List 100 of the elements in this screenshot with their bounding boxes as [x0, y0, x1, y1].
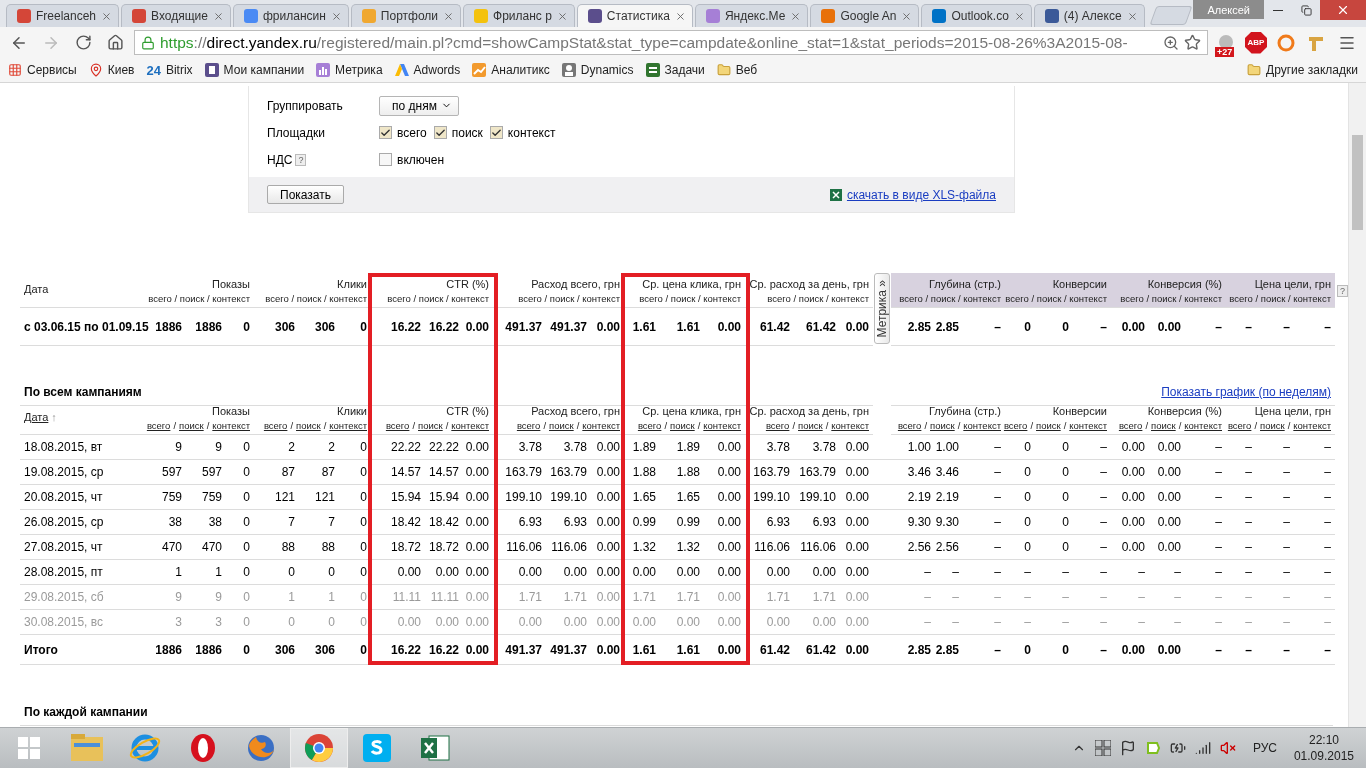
close-icon[interactable] — [1126, 10, 1138, 22]
sort-link[interactable]: поиск — [549, 420, 574, 431]
close-icon[interactable] — [101, 10, 113, 22]
sort-link[interactable]: контекст — [329, 420, 367, 431]
close-icon[interactable] — [790, 10, 802, 22]
table-cell: 87 — [254, 460, 299, 485]
bookmark[interactable]: Другие закладки — [1247, 63, 1358, 77]
sort-link[interactable]: Дата — [24, 411, 49, 423]
close-icon[interactable] — [212, 10, 224, 22]
browser-tab[interactable]: Входящие — [121, 4, 231, 27]
sort-link[interactable]: контекст — [582, 420, 620, 431]
extension-button[interactable]: ABP — [1244, 30, 1268, 55]
bookmark[interactable]: Киев — [88, 63, 135, 77]
close-button[interactable] — [1320, 0, 1366, 20]
metrika-tab[interactable]: Метрика » — [874, 273, 890, 344]
sort-link[interactable]: всего — [263, 420, 288, 431]
column-subheader: всего / поиск / контекст — [387, 293, 489, 304]
table-cell: 0 — [299, 610, 339, 635]
chart-link[interactable]: Показать график (по неделям) — [1161, 384, 1331, 399]
close-icon[interactable] — [674, 10, 686, 22]
star-icon[interactable] — [1184, 34, 1201, 51]
checkbox[interactable] — [379, 126, 392, 139]
browser-tab[interactable]: Портфоли — [350, 4, 462, 27]
bookmark[interactable]: Аналитикс — [472, 63, 550, 77]
sort-link[interactable]: контекст — [1293, 420, 1331, 431]
browser-tab[interactable]: Google An — [810, 4, 920, 27]
sort-link[interactable]: поиск — [418, 420, 443, 431]
bookmark[interactable]: Веб — [716, 63, 758, 77]
table-cell: – — [963, 308, 1005, 346]
bookmark[interactable]: 24 Bitrix — [146, 62, 193, 78]
download-link[interactable]: скачать в виде XLS-файла — [846, 187, 996, 202]
sort-link[interactable]: поиск — [798, 420, 823, 431]
checkbox[interactable] — [489, 126, 503, 139]
browser-tab[interactable]: (4) Алексе — [1033, 4, 1145, 27]
table-cell: 6.93 — [498, 510, 546, 535]
scrollbar-thumb[interactable] — [1352, 135, 1363, 230]
bookmark[interactable]: Adwords — [394, 63, 461, 77]
sort-link[interactable]: поиск — [1036, 420, 1061, 431]
bookmark[interactable]: Сервисы — [8, 63, 77, 77]
sort-link[interactable]: поиск — [670, 420, 695, 431]
taskbar-app-button[interactable] — [290, 728, 348, 768]
sort-link[interactable]: контекст — [963, 420, 1001, 431]
browser-tab[interactable]: фрилансин — [232, 4, 349, 27]
sort-link[interactable]: всего — [1003, 420, 1028, 431]
signal-icon[interactable] — [1194, 740, 1211, 756]
sort-link[interactable]: поиск — [930, 420, 955, 431]
close-icon[interactable] — [330, 10, 342, 22]
sort-link[interactable]: всего — [897, 420, 922, 431]
sort-link[interactable]: контекст — [1069, 420, 1107, 431]
checkbox[interactable] — [379, 153, 392, 166]
sort-link[interactable]: контекст — [703, 420, 741, 431]
scrollbar[interactable] — [1348, 83, 1366, 727]
sort-link[interactable]: контекст — [1184, 420, 1222, 431]
address-bar[interactable]: https://direct.yandex.ru/registered/main.pl?cmd=showCampStat&stat_type=campdate&online_stat=1&stat_periods=2015-08-26%3A2015-08- — [134, 30, 1208, 55]
browser-tab[interactable]: Статистика — [576, 4, 693, 27]
sort-link[interactable]: всего — [765, 420, 790, 431]
flag-icon[interactable] — [1119, 740, 1136, 756]
browser-tab[interactable]: Freelanceh — [6, 4, 120, 27]
table-cell: 0 — [226, 635, 254, 665]
sort-link[interactable]: контекст — [831, 420, 869, 431]
browser-tab[interactable]: Outlook.co — [921, 4, 1032, 27]
zoom-icon[interactable] — [1163, 34, 1179, 51]
sort-link[interactable]: контекст — [212, 420, 250, 431]
sort-link[interactable]: поиск — [1151, 420, 1176, 431]
help-icon[interactable]: ? — [295, 153, 307, 166]
sort-link[interactable]: всего — [385, 420, 410, 431]
clock[interactable]: 22:10 01.09.2015 — [1293, 732, 1354, 764]
sort-link[interactable]: поиск — [179, 420, 204, 431]
sort-link[interactable]: всего — [637, 420, 662, 431]
checkbox[interactable] — [433, 126, 447, 139]
bookmark[interactable]: Задачи — [645, 63, 705, 77]
close-icon[interactable] — [1013, 10, 1025, 22]
sort-link[interactable]: всего — [1118, 420, 1143, 431]
close-icon[interactable] — [556, 10, 568, 22]
browser-tab[interactable]: Фриланс р — [463, 4, 575, 27]
muted-speaker-icon[interactable] — [1219, 740, 1236, 756]
close-icon[interactable] — [901, 10, 913, 22]
table-cell: 6.93 — [750, 510, 794, 535]
table-cell: – — [1185, 460, 1226, 485]
sort-link[interactable]: поиск — [296, 420, 321, 431]
browser-tab[interactable]: Яндекс.Ме — [694, 4, 809, 27]
link-separator: / — [290, 420, 294, 431]
sort-link[interactable]: всего — [516, 420, 541, 431]
table-cell: 3.78 — [546, 435, 591, 460]
table-cell: 0 — [254, 610, 299, 635]
battery-icon[interactable] — [1169, 740, 1186, 756]
sort-link[interactable]: поиск — [1260, 420, 1285, 431]
sort-link[interactable]: всего — [1227, 420, 1252, 431]
sort-link[interactable]: всего — [146, 420, 171, 431]
bookmark[interactable]: Dynamics — [561, 63, 634, 77]
close-icon[interactable] — [443, 10, 455, 22]
table-cell: – — [1185, 585, 1226, 610]
group-by-select[interactable]: по дням — [379, 95, 459, 116]
extension-button[interactable]: +27 — [1214, 30, 1238, 55]
bookmark[interactable]: Мои кампании — [204, 63, 305, 77]
language-indicator[interactable]: РУС — [1252, 741, 1277, 755]
sort-link[interactable]: контекст — [451, 420, 489, 431]
bookmark[interactable]: Метрика — [316, 63, 383, 77]
windows-icon[interactable] — [1094, 740, 1111, 756]
show-button[interactable]: Показать — [267, 185, 344, 204]
